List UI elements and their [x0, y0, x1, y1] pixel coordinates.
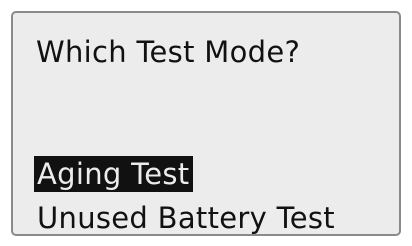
menu-option-aging-test[interactable]: Aging Test: [34, 156, 194, 192]
device-display: Which Test Mode? Aging Test Unused Batte…: [0, 0, 412, 246]
prompt-title: Which Test Mode?: [36, 35, 301, 69]
lcd-screen: Which Test Mode? Aging Test Unused Batte…: [11, 11, 401, 236]
menu-option-unused-battery-test[interactable]: Unused Battery Test: [37, 200, 335, 236]
